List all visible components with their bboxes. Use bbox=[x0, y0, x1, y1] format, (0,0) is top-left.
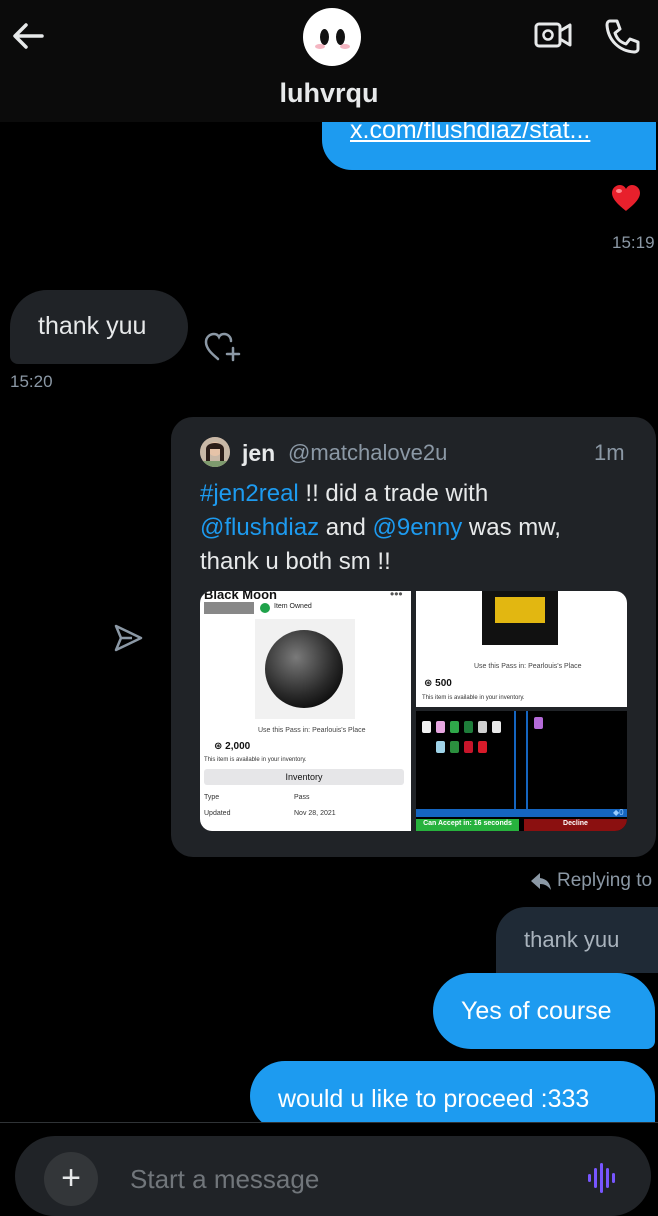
quoted-text: thank yuu bbox=[524, 927, 620, 952]
accept-button: Can Accept in: 16 seconds bbox=[416, 819, 519, 831]
trade-item bbox=[422, 721, 431, 733]
trade-item bbox=[450, 741, 459, 753]
trade-item bbox=[450, 721, 459, 733]
more-options-icon: ••• bbox=[390, 591, 403, 601]
post-image-pass-page[interactable]: Use this Pass in: Pearlouis's Place ⊛ 50… bbox=[416, 591, 627, 707]
availability-text: This item is available in your inventory… bbox=[204, 757, 307, 763]
post-author-name[interactable]: jen bbox=[242, 440, 275, 467]
trade-item bbox=[492, 721, 501, 733]
type-label: Type bbox=[204, 794, 220, 801]
inventory-button: Inventory bbox=[204, 769, 404, 785]
trade-divider bbox=[526, 711, 528, 811]
availability-text: This item is available in your inventory… bbox=[422, 695, 525, 701]
inventory-label: Inventory bbox=[285, 772, 323, 782]
check-icon bbox=[260, 603, 270, 613]
heart-reaction-icon[interactable] bbox=[610, 183, 642, 213]
message-timestamp: 15:20 bbox=[10, 372, 53, 391]
post-time: 1m bbox=[594, 440, 625, 465]
pass-thumbnail bbox=[482, 591, 558, 645]
back-arrow-icon[interactable] bbox=[10, 18, 50, 54]
post-text: and bbox=[319, 514, 373, 541]
item-price: ⊛ 2,000 bbox=[214, 741, 251, 752]
post-text: !! did a trade with bbox=[298, 480, 489, 507]
post-text-line: thank u both sm !! bbox=[200, 548, 391, 575]
trade-item bbox=[464, 721, 473, 733]
add-reaction-icon[interactable] bbox=[202, 330, 242, 364]
outgoing-message-bubble[interactable]: Yes of course bbox=[433, 973, 655, 1049]
message-text: thank yuu bbox=[38, 312, 147, 340]
replying-to-label: Replying to bbox=[557, 870, 653, 891]
add-media-button[interactable]: + bbox=[44, 1152, 98, 1206]
avatar-eye bbox=[320, 29, 329, 45]
post-author-avatar[interactable] bbox=[200, 437, 230, 467]
item-title: Black Moon bbox=[204, 591, 277, 602]
post-image-trade-window[interactable]: ◆0 Can Accept in: 16 seconds Decline bbox=[416, 711, 627, 831]
use-pass-text: Use this Pass in: Pearlouis's Place bbox=[474, 663, 582, 670]
item-thumbnail bbox=[255, 619, 355, 719]
chat-header: luhvrqu bbox=[0, 0, 658, 122]
diamond-count-value: 0 bbox=[619, 808, 624, 817]
plus-icon: + bbox=[61, 1159, 81, 1197]
trade-item bbox=[534, 717, 543, 729]
reply-arrow-icon bbox=[530, 871, 552, 891]
mention-link[interactable]: @9enny bbox=[372, 514, 462, 541]
message-input-container[interactable] bbox=[15, 1136, 651, 1216]
quoted-message-bubble[interactable]: thank yuu bbox=[496, 907, 658, 973]
post-text-line: @flushdiaz and @9enny was mw, bbox=[200, 514, 561, 542]
price-value: 2,000 bbox=[225, 741, 251, 752]
voice-message-icon[interactable] bbox=[585, 1160, 621, 1196]
outgoing-message-bubble[interactable]: would u like to proceed :333 bbox=[250, 1061, 655, 1131]
gold-bar-image bbox=[495, 597, 545, 623]
trade-item bbox=[464, 741, 473, 753]
post-image-item-page[interactable]: Black Moon ••• Item Owned Use this Pass … bbox=[200, 591, 411, 831]
redacted-block bbox=[204, 602, 254, 614]
contact-avatar[interactable] bbox=[303, 8, 361, 66]
incoming-message-bubble[interactable]: thank yuu bbox=[10, 290, 188, 364]
item-price: ⊛ 500 bbox=[424, 678, 452, 689]
post-text: was mw, bbox=[462, 514, 561, 541]
trade-status-bar bbox=[416, 809, 627, 817]
diamond-count: ◆0 bbox=[613, 808, 624, 817]
phone-call-icon[interactable] bbox=[602, 16, 642, 56]
video-call-icon[interactable] bbox=[534, 18, 572, 52]
updated-label: Updated bbox=[204, 810, 231, 817]
trade-divider bbox=[514, 711, 516, 811]
use-pass-text: Use this Pass in: Pearlouis's Place bbox=[258, 727, 366, 734]
share-icon[interactable] bbox=[112, 622, 144, 654]
decline-label: Decline bbox=[563, 820, 588, 827]
post-author-handle[interactable]: @matchalove2u bbox=[288, 440, 447, 466]
item-owned-label: Item Owned bbox=[274, 603, 312, 610]
avatar-blush bbox=[340, 44, 350, 49]
message-timestamp: 15:19 bbox=[612, 233, 655, 252]
post-text-line: #jen2real !! did a trade with bbox=[200, 480, 488, 508]
avatar-blush bbox=[315, 44, 325, 49]
accept-label: Can Accept in: 16 seconds bbox=[423, 820, 512, 827]
hashtag-link[interactable]: #jen2real bbox=[200, 480, 299, 507]
moon-image bbox=[265, 630, 343, 708]
mention-link[interactable]: @flushdiaz bbox=[200, 514, 319, 541]
message-text: would u like to proceed :333 bbox=[278, 1085, 590, 1113]
updated-value: Nov 28, 2021 bbox=[294, 810, 336, 817]
trade-item bbox=[436, 721, 445, 733]
trade-item bbox=[478, 741, 487, 753]
contact-username[interactable]: luhvrqu bbox=[0, 78, 658, 109]
price-value: 500 bbox=[435, 678, 452, 689]
message-input[interactable]: Start a message bbox=[130, 1164, 319, 1195]
avatar-eye bbox=[336, 29, 345, 45]
message-text: Yes of course bbox=[461, 997, 612, 1025]
decline-button: Decline bbox=[524, 819, 627, 831]
trade-item bbox=[436, 741, 445, 753]
type-value: Pass bbox=[294, 794, 310, 801]
trade-item bbox=[478, 721, 487, 733]
